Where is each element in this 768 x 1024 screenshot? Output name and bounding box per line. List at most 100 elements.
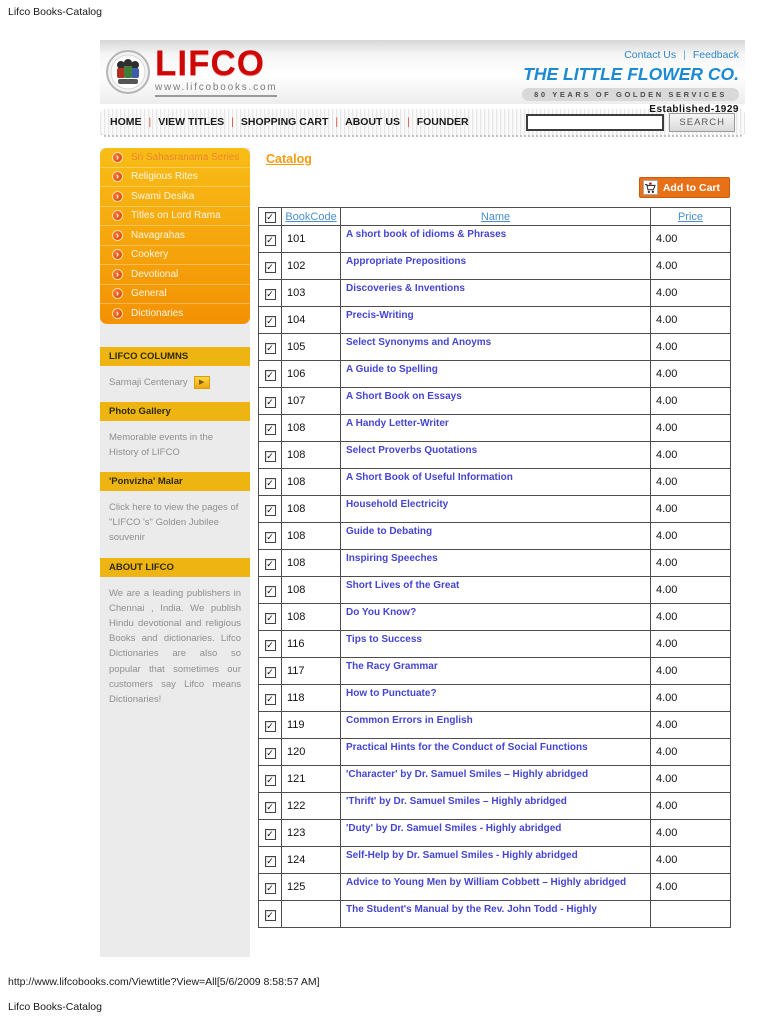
sarmaji-centenary-link[interactable]: Sarmaji Centenary <box>109 375 188 390</box>
nav-item-about-us[interactable]: ABOUT US <box>345 116 400 128</box>
checkbox-checked[interactable]: ✓ <box>264 343 276 354</box>
book-name-link[interactable]: Do You Know? <box>340 603 651 631</box>
select-all-cell: ✓ <box>258 207 282 226</box>
row-checkbox-cell: ✓ <box>258 441 282 469</box>
sidebar-item-religious-rites[interactable]: › Religious Rites <box>100 168 250 187</box>
nav-item-shopping-cart[interactable]: SHOPPING CART <box>241 116 329 128</box>
search-input[interactable] <box>526 113 665 131</box>
sidebar-item-swami-desika[interactable]: › Swami Desika <box>100 187 250 207</box>
sidebar-item-label: Navagrahas <box>131 229 185 241</box>
book-name-link[interactable]: The Racy Grammar <box>340 657 651 685</box>
nav-item-home[interactable]: HOME <box>110 116 142 128</box>
table-row: ✓ 118 How to Punctuate? 4.00 <box>258 684 731 712</box>
checkbox-checked[interactable]: ✓ <box>264 748 276 759</box>
sidebar-item-dictionaries[interactable]: › Dictionaries <box>100 304 250 324</box>
lifco-logo[interactable]: LIFCO www.lifcobooks.com <box>100 40 278 104</box>
book-name-link[interactable]: Select Proverbs Quotations <box>340 441 651 469</box>
checkbox-checked[interactable]: ✓ <box>264 586 276 597</box>
sidebar-item-cookery[interactable]: › Cookery <box>100 246 250 265</box>
search-button[interactable]: SEARCH <box>669 112 735 132</box>
checkbox-checked[interactable]: ✓ <box>264 910 276 921</box>
book-name-link[interactable]: 'Character' by Dr. Samuel Smiles – Highl… <box>340 765 651 793</box>
book-name-link[interactable]: 'Thrift' by Dr. Samuel Smiles – Highly a… <box>340 792 651 820</box>
checkbox-checked[interactable]: ✓ <box>264 802 276 813</box>
checkbox-checked[interactable]: ✓ <box>264 532 276 543</box>
nav-item-view-titles[interactable]: VIEW TITLES <box>158 116 224 128</box>
checkbox-checked[interactable]: ✓ <box>264 694 276 705</box>
book-name-link[interactable]: Advice to Young Men by William Cobbett –… <box>340 873 651 901</box>
checkbox-checked[interactable]: ✓ <box>264 451 276 462</box>
checkbox-checked[interactable]: ✓ <box>264 559 276 570</box>
site-container: LIFCO www.lifcobooks.com Contact Us | Fe… <box>100 40 745 957</box>
book-name-link[interactable]: A Short Book of Useful Information <box>340 468 651 496</box>
book-name-link[interactable]: A short book of idioms & Phrases <box>340 225 651 253</box>
column-header-link-name[interactable]: Name <box>481 211 510 223</box>
arrow-bullet-icon: › <box>112 288 123 300</box>
play-icon[interactable]: ▶ <box>193 375 210 389</box>
checkbox-checked[interactable]: ✓ <box>264 829 276 840</box>
contact-us-link[interactable]: Contact Us <box>624 49 676 61</box>
checkbox-checked[interactable]: ✓ <box>264 316 276 327</box>
sidebar-item-general[interactable]: › General <box>100 285 250 304</box>
checkbox-checked[interactable]: ✓ <box>264 856 276 867</box>
book-name-link[interactable]: A Short Book on Essays <box>340 387 651 415</box>
book-name-link[interactable]: Precis-Writing <box>340 306 651 334</box>
checkbox-checked[interactable]: ✓ <box>264 289 276 300</box>
row-checkbox-cell: ✓ <box>258 900 282 928</box>
table-row: ✓ 106 A Guide to Spelling 4.00 <box>258 360 731 388</box>
checkbox-checked[interactable]: ✓ <box>264 235 276 246</box>
book-name-link[interactable]: Common Errors in English <box>340 711 651 739</box>
row-checkbox-cell: ✓ <box>258 495 282 523</box>
price-cell: 4.00 <box>650 495 731 523</box>
price-cell: 4.00 <box>650 306 731 334</box>
sidebar-item-devotional[interactable]: › Devotional <box>100 265 250 285</box>
sidebar-item-titles-on-lord-rama[interactable]: › Titles on Lord Rama <box>100 207 250 226</box>
feedback-link[interactable]: Feedback <box>693 49 739 61</box>
row-checkbox-cell: ✓ <box>258 279 282 307</box>
checkbox-checked[interactable]: ✓ <box>264 505 276 516</box>
nav-item-founder[interactable]: FOUNDER <box>417 116 469 128</box>
checkbox-checked[interactable]: ✓ <box>264 883 276 894</box>
bookcode-cell: 102 <box>281 252 341 280</box>
book-name-link[interactable]: Inspiring Speeches <box>340 549 651 577</box>
section-body-ponvizha-malar[interactable]: Click here to view the pages of "LIFCO '… <box>100 491 250 558</box>
cart-row: Add to Cart <box>258 177 730 198</box>
bookcode-cell: 107 <box>281 387 341 415</box>
column-header-link-bookcode[interactable]: BookCode <box>285 211 336 223</box>
book-name-link[interactable]: Household Electricity <box>340 495 651 523</box>
book-name-link[interactable]: How to Punctuate? <box>340 684 651 712</box>
checkbox-checked[interactable]: ✓ <box>264 640 276 651</box>
book-name-link[interactable]: Select Synonyms and Anoyms <box>340 333 651 361</box>
add-to-cart-button[interactable]: Add to Cart <box>638 177 730 198</box>
book-name-link[interactable]: A Guide to Spelling <box>340 360 651 388</box>
row-checkbox-cell: ✓ <box>258 711 282 739</box>
book-name-link[interactable]: Guide to Debating <box>340 522 651 550</box>
bookcode-cell: 108 <box>281 495 341 523</box>
book-name-link[interactable]: Self-Help by Dr. Samuel Smiles - Highly … <box>340 846 651 874</box>
row-checkbox-cell: ✓ <box>258 522 282 550</box>
sidebar-item-navagrahas[interactable]: › Navagrahas <box>100 226 250 246</box>
book-name-link[interactable]: A Handy Letter-Writer <box>340 414 651 442</box>
bookcode-cell: 108 <box>281 468 341 496</box>
checkbox-checked[interactable]: ✓ <box>264 775 276 786</box>
book-name-link[interactable]: Tips to Success <box>340 630 651 658</box>
checkbox-checked[interactable]: ✓ <box>264 721 276 732</box>
checkbox-checked[interactable]: ✓ <box>264 613 276 624</box>
sidebar-item-sri-sahasranama-series[interactable]: › Sri Sahasranama Series <box>100 148 250 168</box>
checkbox-checked[interactable]: ✓ <box>264 424 276 435</box>
bookcode-cell: 121 <box>281 765 341 793</box>
book-name-link[interactable]: The Student's Manual by the Rev. John To… <box>340 900 651 928</box>
checkbox-checked[interactable]: ✓ <box>264 211 276 223</box>
book-name-link[interactable]: Appropriate Prepositions <box>340 252 651 280</box>
book-name-link[interactable]: Discoveries & Inventions <box>340 279 651 307</box>
column-header-link-price[interactable]: Price <box>678 211 703 223</box>
checkbox-checked[interactable]: ✓ <box>264 667 276 678</box>
book-name-link[interactable]: Practical Hints for the Conduct of Socia… <box>340 738 651 766</box>
table-row: ✓ 117 The Racy Grammar 4.00 <box>258 657 731 685</box>
book-name-link[interactable]: Short Lives of the Great <box>340 576 651 604</box>
checkbox-checked[interactable]: ✓ <box>264 262 276 273</box>
checkbox-checked[interactable]: ✓ <box>264 397 276 408</box>
book-name-link[interactable]: 'Duty' by Dr. Samuel Smiles - Highly abr… <box>340 819 651 847</box>
checkbox-checked[interactable]: ✓ <box>264 370 276 381</box>
checkbox-checked[interactable]: ✓ <box>264 478 276 489</box>
